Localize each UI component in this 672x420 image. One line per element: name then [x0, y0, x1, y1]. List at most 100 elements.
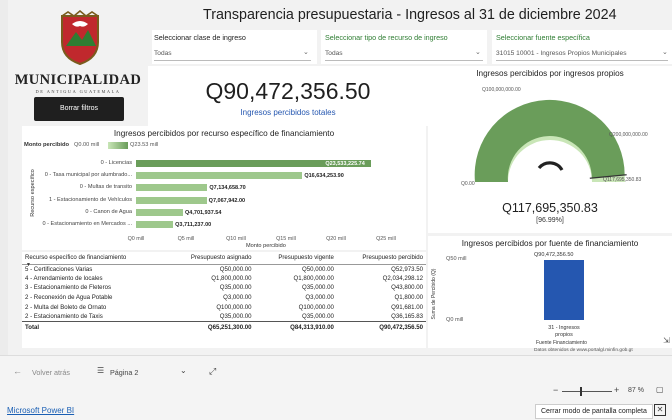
column-header[interactable]: Presupuesto percibido — [336, 252, 426, 265]
table-cell: 2 - Estacionamiento de Taxis — [25, 313, 103, 321]
page-selector[interactable]: Página 2 — [110, 368, 138, 377]
bar-value-label: Q3,711,237.00 — [175, 222, 212, 228]
bar[interactable] — [136, 208, 184, 216]
bar-category-label: 0 - Licencias — [100, 160, 132, 166]
table-cell: Q36,165.83 — [391, 313, 423, 321]
table-cell: Q2,034,298.12 — [382, 274, 423, 282]
fullscreen-icon[interactable]: ⤢ — [209, 366, 216, 377]
kpi-card: Q90,472,356.50 Ingresos percibidos total… — [148, 66, 428, 126]
table-row[interactable]: 5 - Certificaciones Varias Q50,000.00 Q50,… — [22, 264, 426, 274]
legend-gradient — [108, 142, 128, 149]
kpi-label: Ingresos percibidos totales — [240, 108, 336, 117]
table-cell: 4 - Arrendamiento de locales — [25, 274, 103, 282]
x-tick: Q5 mill — [177, 236, 195, 242]
table-cell: Q1,800.00 — [394, 294, 423, 302]
logo-subtitle: DE ANTIGUA GUATEMALA — [35, 89, 121, 94]
gauge-title: Ingresos percibidos por ingresos propios — [476, 69, 624, 78]
table-total-cell: Total — [22, 321, 166, 334]
chevron-down-icon[interactable]: ⌄ — [180, 366, 187, 375]
table-row[interactable]: 2 - Reconexión de Agua Potable Q3,000.00 Q… — [22, 293, 426, 303]
table-cell: 2 - Reconexión de Agua Potable — [25, 294, 113, 302]
filter-clase-label: Seleccionar clase de ingreso — [154, 33, 246, 42]
gauge-label-max: Q200,000,000.00 — [609, 132, 648, 138]
x-tick: Q15 mill — [276, 236, 296, 242]
exit-fullscreen-icon[interactable]: ✕ — [654, 404, 666, 416]
zoom-level: 87 % — [628, 387, 644, 394]
table-total-cell: Q84,313,910.00 — [254, 321, 337, 334]
source-note: Datos obtenidos de www.portalgl.minfin.g… — [534, 348, 633, 353]
gauge-label-mid: Q100,000,000.00 — [482, 87, 521, 93]
table-row[interactable]: 2 - Estacionamiento de Taxis Q35,000.00 Q3… — [22, 312, 426, 322]
fit-page-icon[interactable]: ▢ — [656, 385, 664, 394]
table-row[interactable]: 3 - Estacionamiento de Fleteros Q35,000.0… — [22, 283, 426, 293]
sort-arrow-icon: ▼ — [26, 262, 31, 268]
legend-max: Q23.53 mill — [130, 142, 159, 148]
column-header[interactable]: Recurso específico de financiamiento — [22, 252, 166, 265]
table-cell: 5 - Certificaciones Varias — [25, 265, 93, 273]
table-cell: Q43,800.00 — [391, 284, 423, 292]
bar-value-label: Q16,634,253.90 — [304, 173, 344, 180]
bar-ingresos-propios — [544, 260, 584, 320]
toolbar-top-line — [0, 355, 672, 356]
powerbi-link[interactable]: Microsoft Power BI — [7, 406, 74, 415]
table-row[interactable]: 4 - Arrendamiento de locales Q1,800,000.0… — [22, 274, 426, 284]
zoom-out-button[interactable]: − — [553, 385, 558, 395]
expand-icon[interactable]: ⇲ — [663, 336, 670, 345]
filter-fuente[interactable]: Seleccionar fuente específica 31015 1000… — [492, 30, 672, 64]
bar[interactable] — [136, 184, 208, 192]
x-tick: Q0 mill — [127, 236, 145, 242]
x-axis-label: Monto percibido — [246, 243, 286, 249]
bar-chart-recursos: Ingresos percibidos por recurso específi… — [22, 126, 426, 250]
filter-clase-value: Todas — [154, 50, 172, 57]
municipal-crest-icon — [61, 10, 99, 66]
zoom-slider[interactable] — [562, 391, 612, 392]
gauge-label-min: Q0.00 — [461, 181, 475, 187]
back-button[interactable]: Volver atrás — [32, 368, 70, 377]
table-cell: Q1,800,000.00 — [293, 274, 334, 282]
zoom-slider-thumb[interactable] — [580, 387, 582, 396]
y-axis-label: Suma de Percibido (Q) — [431, 268, 437, 320]
filter-tipo-label: Seleccionar tipo de recurso de ingreso — [325, 33, 448, 42]
gauge-value: Q117,695,350.83 — [502, 201, 598, 215]
bar[interactable] — [136, 196, 207, 204]
bar-category-label: 1 - Estacionamiento de Vehículos — [48, 196, 132, 203]
bar[interactable] — [136, 221, 174, 228]
clear-filters-button[interactable]: Borrar filtros — [34, 97, 124, 121]
bar-category-label: 0 - Multas de transito — [79, 184, 132, 191]
exit-fullscreen-tooltip: Cerrar modo de pantalla completa — [535, 404, 653, 419]
table-cell: 3 - Estacionamiento de Fleteros — [25, 284, 112, 292]
gauge-percent: [96.99%] — [536, 217, 564, 224]
title-bar: Transparencia presupuestaria - Ingresos … — [148, 0, 672, 30]
table-cell: Q1,800,000.00 — [211, 274, 252, 282]
filter-fuente-label: Seleccionar fuente específica — [496, 33, 590, 42]
chevron-down-icon: ⌄ — [475, 49, 481, 56]
table-cell: Q50,000.00 — [219, 265, 252, 273]
table-total-cell: Q90,472,356.50 — [336, 321, 426, 334]
x-tick: Q10 mill — [226, 236, 246, 242]
filter-fuente-value: 31015 10001 - Ingresos Propios Municipal… — [496, 50, 627, 57]
x-tick: Q25 mill — [376, 236, 396, 242]
back-arrow-icon[interactable]: ← — [13, 366, 22, 376]
zoom-in-button[interactable]: + — [614, 385, 619, 395]
table-row[interactable]: 2 - Multa del Boleto de Ornato Q100,000.0… — [22, 302, 426, 312]
kpi-value: Q90,472,356.50 — [205, 78, 371, 104]
gauge-label-target: Q117,695,350.83 — [603, 177, 642, 183]
filter-clase[interactable]: Seleccionar clase de ingreso Todas ⌄ — [152, 30, 317, 64]
bar[interactable] — [136, 172, 303, 180]
bar-category-label: 0 - Tasa municipal por alumbrado... — [44, 172, 132, 179]
bar-category-label: 0 - Canon de Agua — [85, 208, 132, 215]
y-tick: Q50 mill — [446, 256, 467, 262]
table-cell: Q100,000.00 — [216, 303, 252, 311]
chart-title: Ingresos percibidos por fuente de financ… — [461, 239, 639, 248]
budget-table: Recurso específico de financiamiento Pre… — [22, 252, 426, 348]
gauge-fill — [474, 99, 625, 182]
table-header-row: Recurso específico de financiamiento Pre… — [22, 252, 426, 265]
table-total-row: Total Q65,251,300.00 Q84,313,910.00 Q90,472… — [22, 321, 426, 334]
filter-tipo[interactable]: Seleccionar tipo de recurso de ingreso T… — [321, 30, 487, 64]
column-header[interactable]: Presupuesto vigente — [254, 252, 337, 265]
bottom-toolbar: ← Volver atrás ☰ Página 2 ⌄ ⤢ − + 87 % ▢… — [0, 355, 672, 420]
bar-chart-fuente: Ingresos percibidos por fuente de financ… — [428, 236, 672, 353]
page-list-icon[interactable]: ☰ — [97, 366, 104, 375]
bar-category-label: 0 - Estacionamiento en Mercados ... — [42, 221, 132, 227]
column-header[interactable]: Presupuesto asignado — [165, 252, 255, 265]
